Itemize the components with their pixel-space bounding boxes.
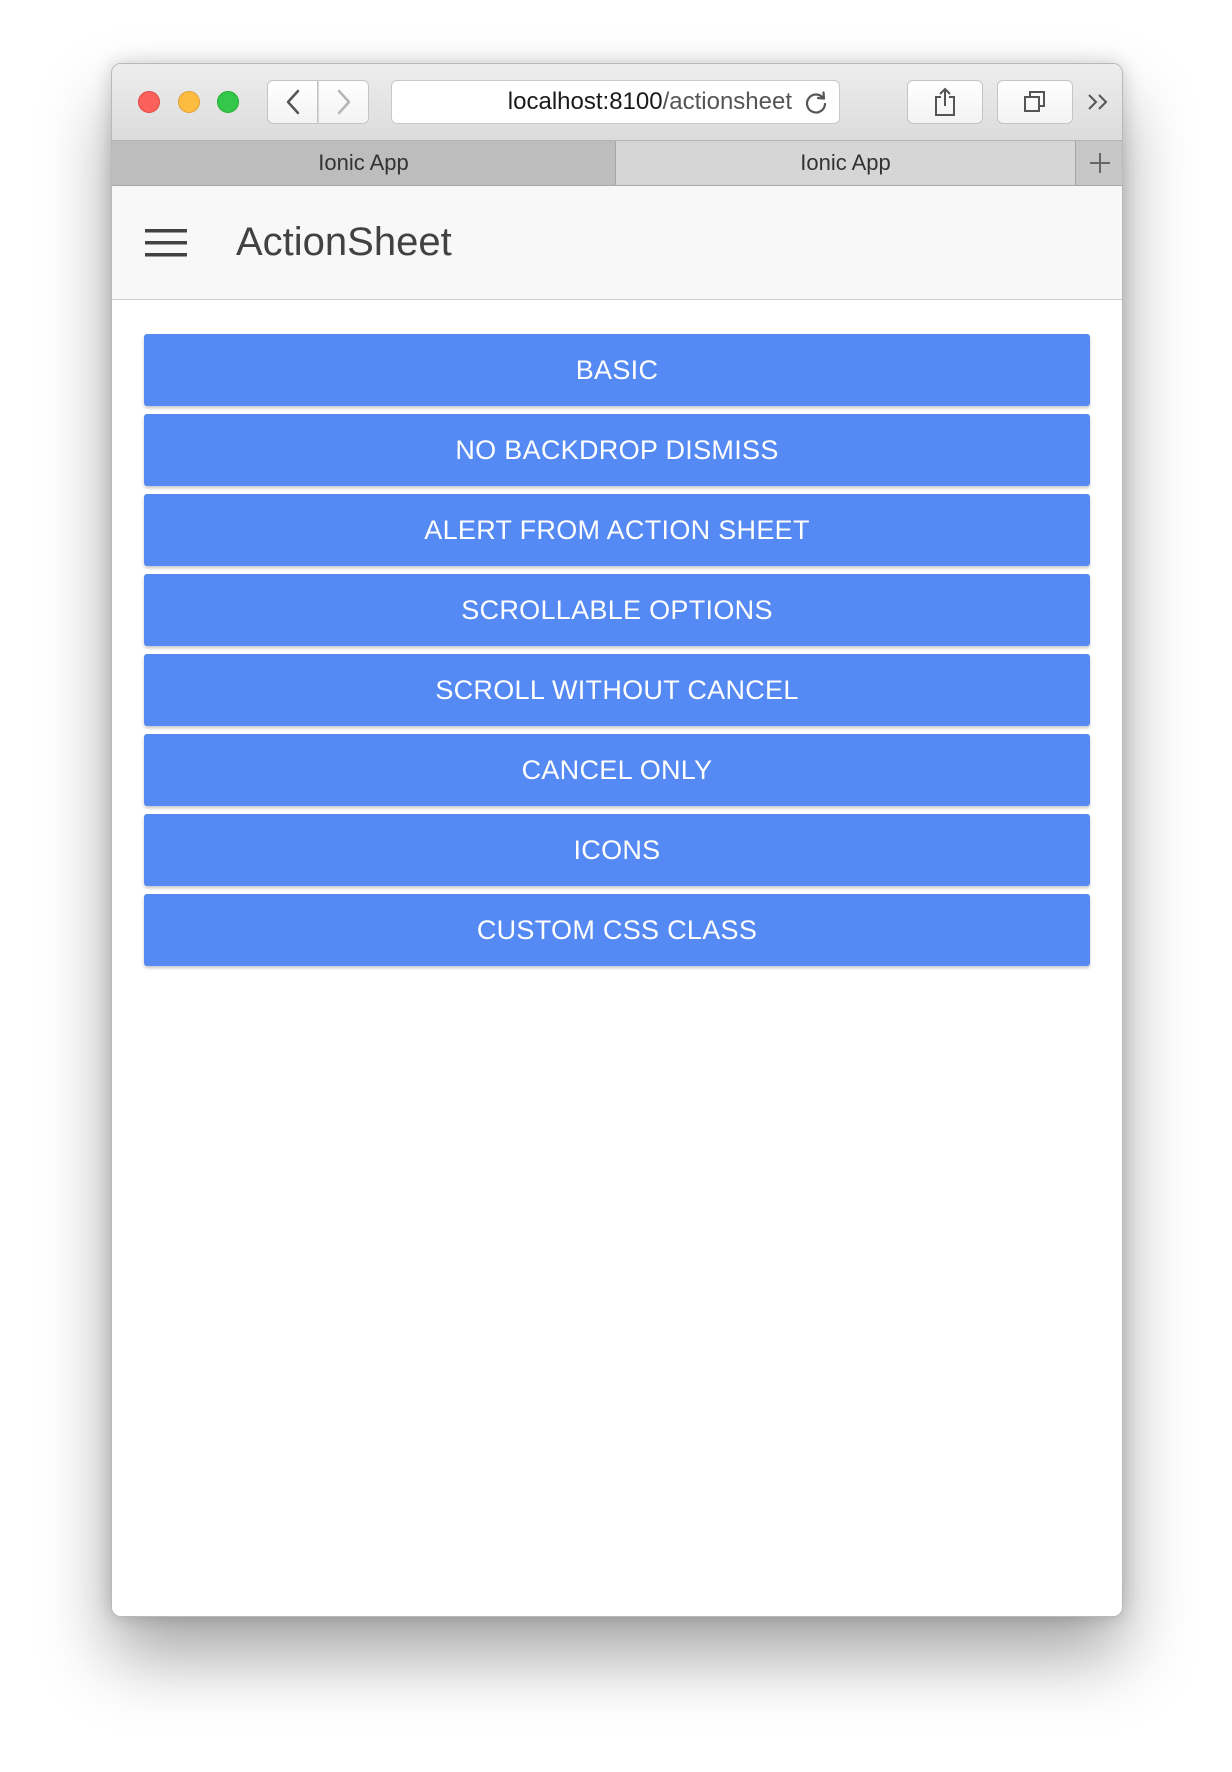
button-list: BASIC NO BACKDROP DISMISS ALERT FROM ACT… [144, 334, 1090, 974]
menu-icon[interactable] [145, 228, 187, 258]
cancel-only-button[interactable]: CANCEL ONLY [144, 734, 1090, 806]
scroll-without-cancel-button[interactable]: SCROLL WITHOUT CANCEL [144, 654, 1090, 726]
browser-toolbar: localhost:8100/actionsheet [112, 64, 1122, 141]
page-title: ActionSheet [236, 220, 452, 264]
forward-icon [337, 89, 350, 115]
url-text: localhost:8100/actionsheet [392, 81, 792, 123]
reload-icon[interactable] [803, 90, 829, 116]
no-backdrop-dismiss-button[interactable]: NO BACKDROP DISMISS [144, 414, 1090, 486]
close-window-button[interactable] [138, 91, 160, 113]
new-tab-button[interactable] [1075, 141, 1122, 185]
address-bar[interactable]: localhost:8100/actionsheet [391, 80, 840, 124]
icons-button[interactable]: ICONS [144, 814, 1090, 886]
back-icon [286, 89, 299, 115]
page-content: BASIC NO BACKDROP DISMISS ALERT FROM ACT… [112, 300, 1122, 1616]
scrollable-options-button[interactable]: SCROLLABLE OPTIONS [144, 574, 1090, 646]
new-tab-icon [1089, 153, 1110, 173]
url-host: localhost:8100 [507, 88, 663, 115]
tab-ionic-app-2[interactable]: Ionic App [616, 141, 1075, 185]
more-button[interactable] [1082, 86, 1116, 118]
alert-from-action-sheet-button[interactable]: ALERT FROM ACTION SHEET [144, 494, 1090, 566]
custom-css-class-button[interactable]: CUSTOM CSS CLASS [144, 894, 1090, 966]
back-button[interactable] [267, 80, 318, 124]
url-path: /actionsheet [662, 88, 792, 115]
share-icon [935, 87, 955, 116]
tab-ionic-app-1[interactable]: Ionic App [112, 141, 616, 185]
browser-window: localhost:8100/actionsheet Ionic App Ion… [111, 63, 1123, 1617]
tabs-overview-icon [1024, 91, 1045, 112]
maximize-window-button[interactable] [217, 91, 239, 113]
forward-button[interactable] [318, 80, 369, 124]
more-icon [1088, 94, 1108, 110]
tab-bar: Ionic App Ionic App [112, 141, 1122, 186]
tabs-overview-button[interactable] [997, 80, 1073, 124]
share-button[interactable] [907, 80, 983, 124]
minimize-window-button[interactable] [178, 91, 200, 113]
app-header: ActionSheet [112, 186, 1122, 300]
basic-button[interactable]: BASIC [144, 334, 1090, 406]
